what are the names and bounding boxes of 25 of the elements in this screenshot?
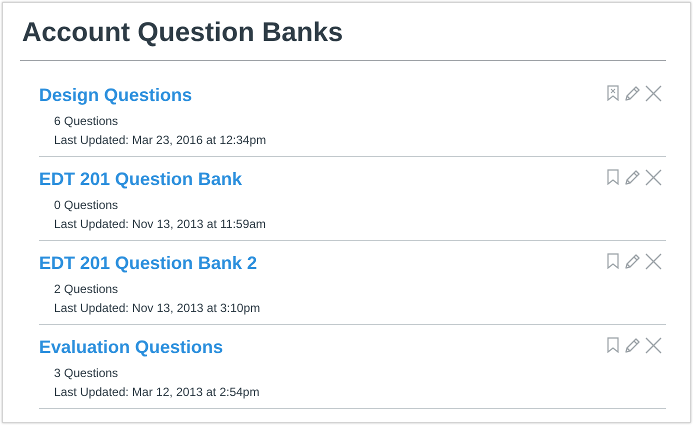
close-icon[interactable]: [645, 85, 662, 102]
page-title: Account Question Banks: [20, 3, 666, 61]
last-updated-text: Last Updated: Mar 12, 2013 at 2:54pm: [54, 384, 260, 401]
question-bank-link[interactable]: EDT 201 Question Bank: [39, 169, 242, 190]
close-icon[interactable]: [645, 337, 662, 354]
question-count: 3 Questions: [54, 365, 118, 382]
question-count: 6 Questions: [54, 113, 118, 130]
last-updated-text: Last Updated: Nov 13, 2013 at 11:59am: [54, 216, 266, 233]
question-count: 0 Questions: [54, 197, 118, 214]
question-bank-link[interactable]: Design Questions: [39, 85, 192, 106]
last-updated-text: Last Updated: Mar 23, 2016 at 12:34pm: [54, 132, 266, 149]
edit-icon[interactable]: [623, 337, 641, 355]
question-bank-link[interactable]: Evaluation Questions: [39, 337, 224, 358]
last-updated-text: Last Updated: Nov 13, 2013 at 3:10pm: [54, 300, 260, 317]
edit-icon[interactable]: [623, 169, 641, 187]
close-icon[interactable]: [645, 253, 662, 270]
bookmark-remove-icon[interactable]: [607, 85, 619, 101]
edit-icon[interactable]: [623, 253, 641, 271]
question-bank-link[interactable]: EDT 201 Question Bank 2: [39, 253, 258, 274]
question-count: 2 Questions: [54, 281, 118, 298]
bookmark-icon[interactable]: [607, 337, 619, 353]
bookmark-icon[interactable]: [607, 253, 619, 269]
close-icon[interactable]: [645, 169, 662, 186]
edit-icon[interactable]: [623, 85, 641, 103]
bookmark-icon[interactable]: [607, 169, 619, 185]
